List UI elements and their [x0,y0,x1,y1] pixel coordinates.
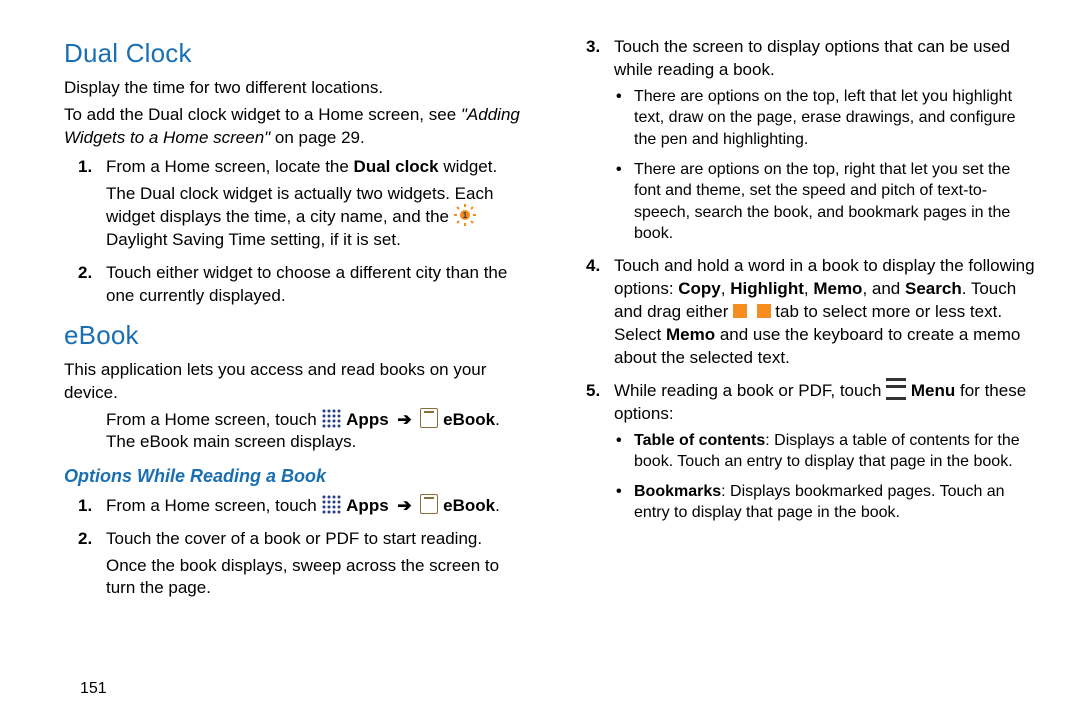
heading-ebook: eBook [64,318,532,353]
text: From a Home screen, touch [106,496,321,515]
opt-step-2-body: Once the book displays, sweep across the… [106,555,532,601]
dualclock-steps: From a Home screen, locate the Dual cloc… [64,156,532,308]
dst-sun-icon: 1 [454,204,476,226]
arrow-icon: ➔ [393,496,415,515]
text: The Dual clock widget is actually two wi… [106,184,493,226]
label-bookmarks: Bookmarks [634,483,721,500]
bullet: There are options on the top, left that … [614,86,1040,151]
selection-handle-icon [757,304,771,318]
text: Daylight Saving Time setting, if it is s… [106,230,401,249]
label-highlight: Highlight [730,279,804,298]
page-number: 151 [80,680,107,698]
apps-grid-icon [321,494,341,514]
selection-handle-icon [733,304,747,318]
bullet: Table of contents: Displays a table of c… [614,430,1040,473]
apps-label: Apps [346,410,389,429]
heading-dual-clock: Dual Clock [64,36,532,71]
label-memo: Memo [813,279,862,298]
text: From a Home screen, locate the [106,157,354,176]
text: While reading a book or PDF, touch [614,381,886,400]
label-toc: Table of contents [634,432,765,449]
opt-step-5: While reading a book or PDF, touch Menu … [572,380,1040,524]
step-1-body: The Dual clock widget is actually two wi… [106,183,532,252]
text: Touch the cover of a book or PDF to star… [106,529,482,548]
ebook-label: eBook [443,410,495,429]
apps-grid-icon [321,408,341,428]
label-memo: Memo [666,325,715,344]
step-1: From a Home screen, locate the Dual cloc… [64,156,532,252]
apps-label: Apps [346,496,389,515]
svg-text:1: 1 [463,211,468,220]
opt-step-4: Touch and hold a word in a book to displ… [572,255,1040,370]
text: To add the Dual clock widget to a Home s… [64,105,461,124]
label-search: Search [905,279,962,298]
opt-step-1: From a Home screen, touch Apps ➔ eBook. [64,495,532,518]
ebook-label: eBook [443,496,495,515]
options-steps: From a Home screen, touch Apps ➔ eBook. … [64,495,532,601]
text: on page 29. [270,128,365,147]
label-dual-clock: Dual clock [354,157,439,176]
arrow-icon: ➔ [393,410,415,429]
text: From a Home screen, touch [106,410,321,429]
opt-step-3: Touch the screen to display options that… [572,36,1040,245]
dualclock-add: To add the Dual clock widget to a Home s… [64,104,532,150]
ebook-icon [420,494,438,514]
step-2: Touch either widget to choose a differen… [64,262,532,308]
step3-bullets: There are options on the top, left that … [614,86,1040,245]
label-menu: Menu [911,381,955,400]
step5-bullets: Table of contents: Displays a table of c… [614,430,1040,524]
options-steps-cont: Touch the screen to display options that… [572,36,1040,524]
heading-options: Options While Reading a Book [64,464,532,488]
ebook-intro: This application lets you access and rea… [64,359,532,405]
dualclock-intro: Display the time for two different locat… [64,77,532,100]
menu-icon [886,378,906,400]
text: Touch the screen to display options that… [614,37,1010,79]
label-copy: Copy [678,279,721,298]
bullet: There are options on the top, right that… [614,159,1040,245]
left-column: Dual Clock Display the time for two diff… [64,30,532,700]
text: widget. [439,157,498,176]
ebook-icon [420,408,438,428]
opt-step-2: Touch the cover of a book or PDF to star… [64,528,532,601]
bullet: Bookmarks: Displays bookmarked pages. To… [614,481,1040,524]
right-column: Touch the screen to display options that… [572,30,1040,700]
ebook-open: From a Home screen, touch Apps ➔ eBook. … [64,409,532,455]
